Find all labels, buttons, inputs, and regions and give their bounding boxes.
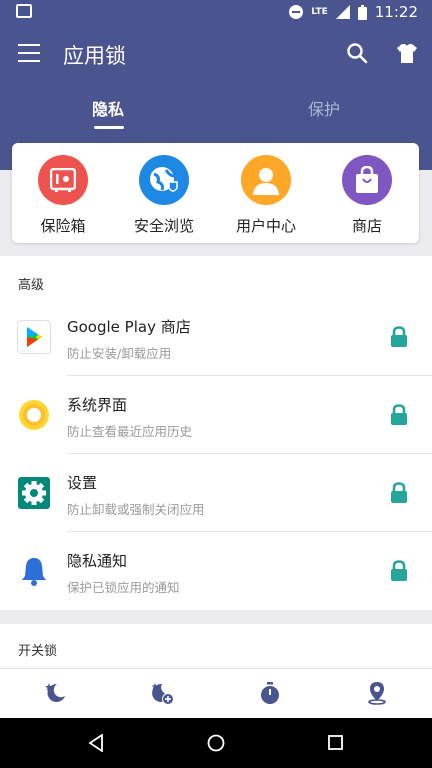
quick-action-label: 保险箱 (40, 217, 86, 235)
location-icon[interactable] (365, 681, 389, 705)
vault-icon (38, 155, 88, 205)
item-title: 设置 (67, 474, 98, 492)
quick-action-user-center[interactable]: 用户中心 (216, 155, 316, 236)
quick-action-safe-browser[interactable]: 安全浏览 (114, 155, 214, 236)
section-title: 开关锁 (18, 644, 58, 659)
tab-protection[interactable]: 保护 (216, 96, 432, 120)
lock-icon[interactable] (389, 482, 409, 504)
user-icon (241, 155, 291, 205)
list-item-google-play[interactable]: Google Play 商店 防止安装/卸载应用 (0, 298, 432, 376)
home-icon[interactable] (207, 734, 225, 752)
quick-action-label: 商店 (351, 217, 382, 235)
back-icon[interactable] (88, 734, 104, 752)
system-navigation-bar (0, 718, 432, 768)
shopping-bag-icon (342, 155, 392, 205)
menu-icon[interactable] (18, 44, 40, 62)
tab-privacy[interactable]: 隐私 (0, 96, 216, 120)
item-subtitle: 保护已锁应用的通知 (67, 580, 180, 595)
item-subtitle: 防止卸载或强制关闭应用 (67, 502, 205, 517)
lock-icon[interactable] (389, 560, 409, 582)
bell-icon (22, 558, 46, 586)
app-title: 应用锁 (63, 44, 126, 68)
status-time: 11:22 (374, 3, 418, 21)
item-subtitle: 防止安装/卸载应用 (67, 346, 172, 361)
timer-icon[interactable] (258, 681, 282, 705)
quick-action-vault[interactable]: 保险箱 (13, 155, 113, 236)
screenshot-notification-icon (16, 4, 32, 18)
list-item-settings[interactable]: 设置 防止卸载或强制关闭应用 (0, 454, 432, 532)
tab-bar: 隐私 保护 (0, 82, 432, 140)
active-tab-indicator (94, 126, 124, 129)
system-ui-icon (19, 400, 49, 430)
globe-shield-icon (139, 155, 189, 205)
list-item-system-ui[interactable]: 系统界面 防止查看最近应用历史 (0, 376, 432, 454)
bottom-navigation (0, 668, 432, 719)
signal-icon (335, 5, 350, 19)
network-type-label: LTE (311, 7, 328, 17)
quick-actions-card: 保险箱 安全浏览 用户中心 商店 (12, 143, 419, 243)
search-icon[interactable] (346, 42, 368, 64)
item-subtitle: 防止查看最近应用历史 (67, 424, 193, 439)
battery-icon (357, 4, 367, 20)
theme-shirt-icon[interactable] (396, 42, 418, 64)
night-mode-icon[interactable] (43, 681, 67, 705)
quick-actions-area: 保险箱 安全浏览 用户中心 商店 (0, 140, 432, 254)
lock-icon[interactable] (389, 404, 409, 426)
add-night-mode-icon[interactable] (150, 681, 174, 705)
recents-icon[interactable] (328, 735, 343, 750)
quick-action-store[interactable]: 商店 (317, 155, 417, 236)
item-title: Google Play 商店 (67, 318, 191, 336)
gear-icon (18, 477, 50, 509)
list-item-privacy-notification[interactable]: 隐私通知 保护已锁应用的通知 (0, 532, 432, 610)
item-title: 系统界面 (67, 396, 128, 414)
lock-icon[interactable] (389, 326, 409, 348)
app-bar: 应用锁 (0, 26, 432, 82)
dnd-icon (289, 5, 304, 19)
status-bar: LTE 11:22 (0, 0, 432, 26)
switch-lock-section: 开关锁 (0, 624, 432, 668)
advanced-section: 高级 Google Play 商店 防止安装/卸载应用 系统界面 防止查看最近应… (0, 256, 432, 610)
quick-action-label: 安全浏览 (133, 217, 194, 235)
section-title: 高级 (18, 278, 45, 293)
google-play-icon (17, 320, 51, 354)
item-title: 隐私通知 (67, 552, 128, 570)
quick-action-label: 用户中心 (235, 217, 296, 235)
